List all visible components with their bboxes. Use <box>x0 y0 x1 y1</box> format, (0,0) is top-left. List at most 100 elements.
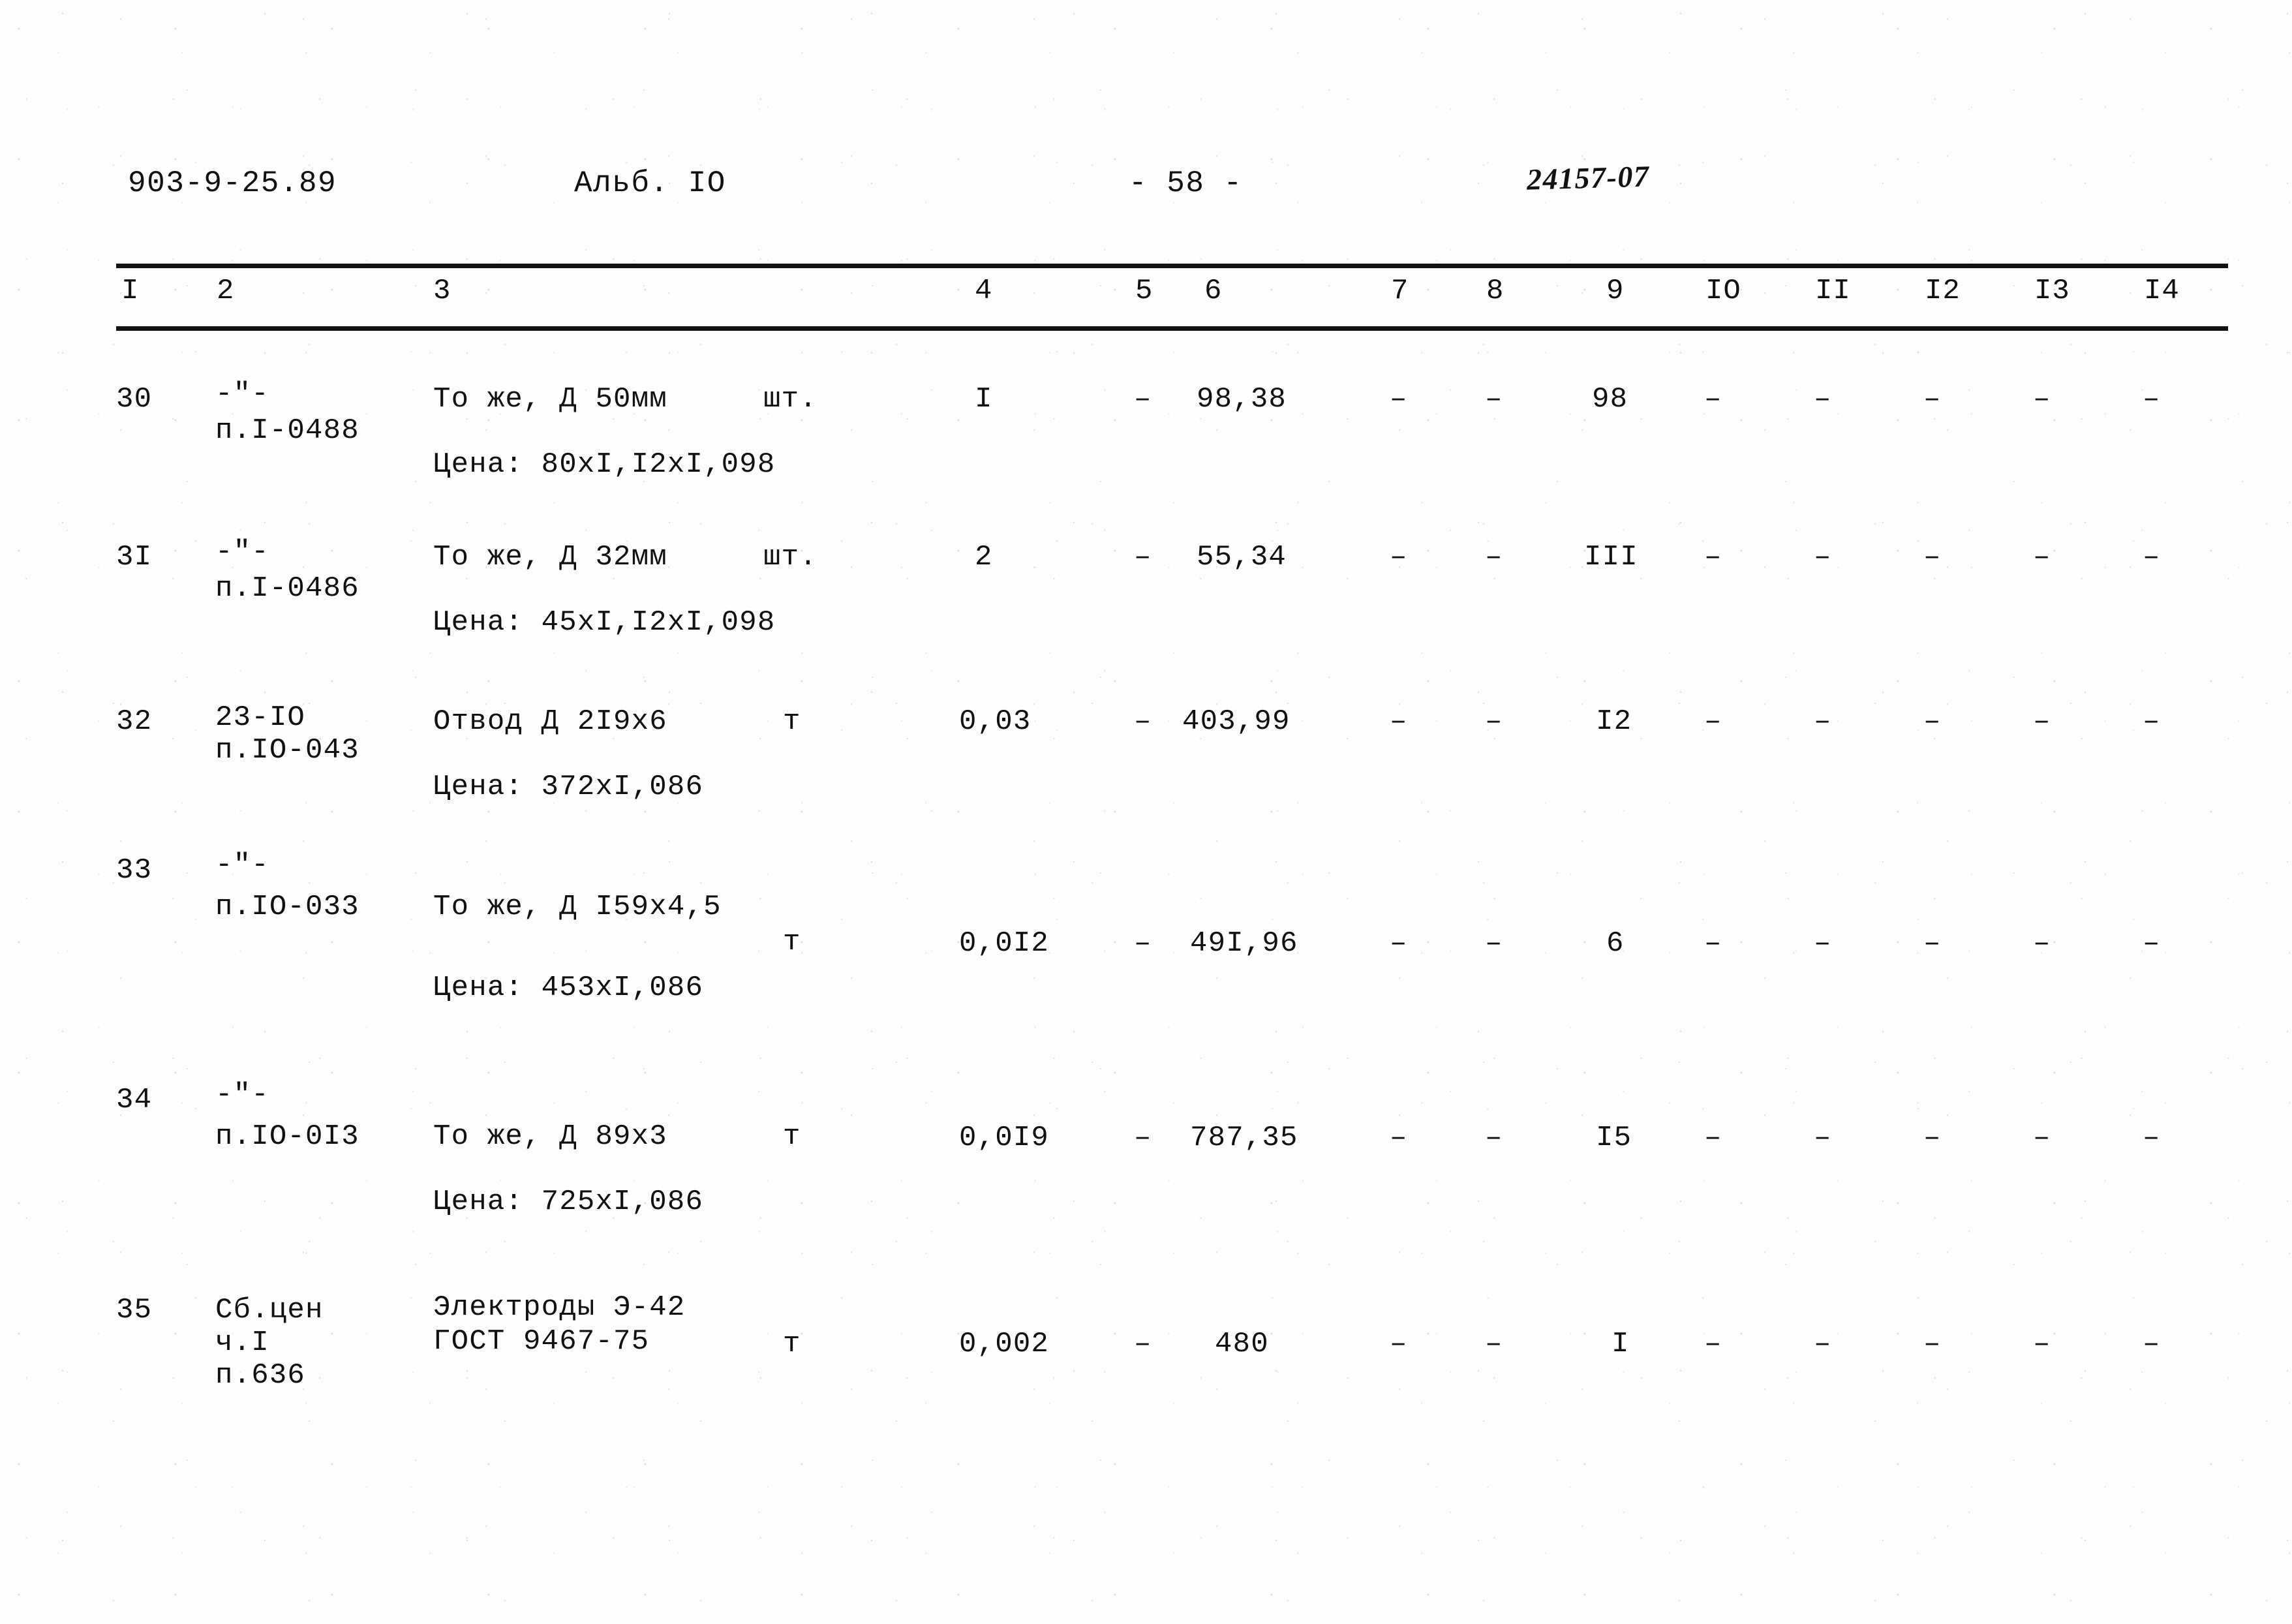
row-col12: – <box>1923 383 1942 416</box>
row-col12: – <box>1923 1122 1942 1154</box>
scan-noise-overlay <box>0 0 2292 1624</box>
page-number: - 58 - <box>1129 166 1243 200</box>
row-description: Отвод Д 2I9x6 <box>433 705 667 738</box>
row-code-line-1: -"- <box>215 1079 269 1111</box>
row-code-line-2: п.I-0486 <box>215 572 359 605</box>
row-col6-price: 49I,96 <box>1190 927 1298 960</box>
column-header-3: 3 <box>433 275 451 307</box>
row-col10: – <box>1704 1328 1722 1360</box>
row-code-line-3: п.636 <box>215 1359 306 1392</box>
row-col4-quantity: 0,03 <box>959 705 1031 738</box>
row-number: 35 <box>116 1294 153 1326</box>
row-number: 3I <box>116 541 153 574</box>
row-col13: – <box>2033 383 2051 416</box>
row-col8: – <box>1485 1122 1503 1154</box>
row-price-note: Цена: 372xI,086 <box>433 771 704 803</box>
row-col14: – <box>2143 383 2161 416</box>
column-header-8: 8 <box>1486 275 1505 307</box>
row-col10: – <box>1704 1122 1722 1154</box>
row-col4-quantity: 2 <box>975 541 993 574</box>
row-unit: т <box>783 705 801 738</box>
row-col12: – <box>1923 927 1942 960</box>
row-code-line-2: п.IO-033 <box>215 891 359 923</box>
row-code-line-2: ч.I <box>215 1326 269 1359</box>
row-col6-price: 55,34 <box>1197 541 1287 574</box>
row-col12: – <box>1923 705 1942 738</box>
row-col11: – <box>1814 1328 1832 1360</box>
row-col12: – <box>1923 1328 1942 1360</box>
row-col4-quantity: 0,0I2 <box>959 927 1050 960</box>
table-header-rule <box>116 326 2228 331</box>
row-col11: – <box>1814 927 1832 960</box>
row-col9-total: 98 <box>1592 383 1628 416</box>
row-col12: – <box>1923 541 1942 574</box>
row-number: 34 <box>116 1084 153 1116</box>
document-header: 903-9-25.89 Альб. IO - 58 - 24157-07 <box>0 159 2292 207</box>
row-code-line-1: -"- <box>215 849 269 881</box>
column-header-9: 9 <box>1606 275 1625 307</box>
row-col6-price: 98,38 <box>1197 383 1287 416</box>
row-col7: – <box>1390 541 1408 574</box>
row-code-line-1: -"- <box>215 536 269 568</box>
row-unit: шт. <box>763 383 817 416</box>
row-col8: – <box>1485 1328 1503 1360</box>
row-col6-price: 787,35 <box>1190 1122 1298 1154</box>
row-col7: – <box>1390 1122 1408 1154</box>
row-unit: шт. <box>763 541 817 574</box>
row-code-line-2: п.I-0488 <box>215 414 359 447</box>
row-unit: т <box>783 1120 801 1153</box>
row-col7: – <box>1390 383 1408 416</box>
row-description: То же, Д I59x4,5 <box>433 891 722 923</box>
column-header-12: I2 <box>1925 275 1961 307</box>
column-header-7: 7 <box>1391 275 1409 307</box>
row-col4-quantity: 0,002 <box>959 1328 1050 1360</box>
archive-stamp: 24157-07 <box>1526 159 1650 196</box>
row-col4-quantity: I <box>975 383 993 416</box>
row-code-line-2: п.IO-0I3 <box>215 1120 359 1153</box>
row-col10: – <box>1704 541 1722 574</box>
row-col5: – <box>1134 383 1152 416</box>
column-header-4: 4 <box>975 275 993 307</box>
row-col11: – <box>1814 541 1832 574</box>
column-header-5: 5 <box>1135 275 1154 307</box>
row-col4-quantity: 0,0I9 <box>959 1122 1050 1154</box>
column-header-13: I3 <box>2034 275 2070 307</box>
row-description-2: ГОСТ 9467-75 <box>433 1325 650 1358</box>
row-price-note: Цена: 453xI,086 <box>433 972 704 1004</box>
row-number: 32 <box>116 705 153 738</box>
column-header-1: I <box>121 275 140 307</box>
row-col6-price: 403,99 <box>1182 705 1291 738</box>
column-header-6: 6 <box>1204 275 1223 307</box>
row-code-line-1: 23-IO <box>215 701 306 734</box>
row-col7: – <box>1390 705 1408 738</box>
row-col13: – <box>2033 1328 2051 1360</box>
row-col9-total: I <box>1612 1328 1630 1360</box>
column-header-2: 2 <box>217 275 235 307</box>
row-col13: – <box>2033 927 2051 960</box>
row-col9-total: III <box>1584 541 1638 574</box>
column-header-11: II <box>1815 275 1851 307</box>
row-col7: – <box>1390 927 1408 960</box>
row-description: То же, Д 32мм <box>433 541 667 574</box>
table-column-header-row: I 2 3 4 5 6 7 8 9 IO II I2 I3 I4 <box>0 277 2292 318</box>
row-number: 30 <box>116 383 153 416</box>
row-col14: – <box>2143 1328 2161 1360</box>
row-code-line-1: -"- <box>215 378 269 410</box>
row-col5: – <box>1134 705 1152 738</box>
row-price-note: Цена: 80xI,I2xI,098 <box>433 448 776 481</box>
row-description: Электроды Э-42 <box>433 1291 686 1324</box>
row-col13: – <box>2033 541 2051 574</box>
row-col9-total: I5 <box>1596 1122 1632 1154</box>
row-col11: – <box>1814 705 1832 738</box>
row-price-note: Цена: 45xI,I2xI,098 <box>433 606 776 639</box>
row-col6-price: 480 <box>1215 1328 1269 1360</box>
column-header-14: I4 <box>2144 275 2180 307</box>
row-col5: – <box>1134 927 1152 960</box>
row-unit: т <box>783 1328 801 1360</box>
row-col13: – <box>2033 705 2051 738</box>
row-col8: – <box>1485 705 1503 738</box>
row-description: То же, Д 50мм <box>433 383 667 416</box>
row-col10: – <box>1704 705 1722 738</box>
row-col9-total: I2 <box>1596 705 1632 738</box>
row-code-line-1: Сб.цен <box>215 1294 324 1326</box>
